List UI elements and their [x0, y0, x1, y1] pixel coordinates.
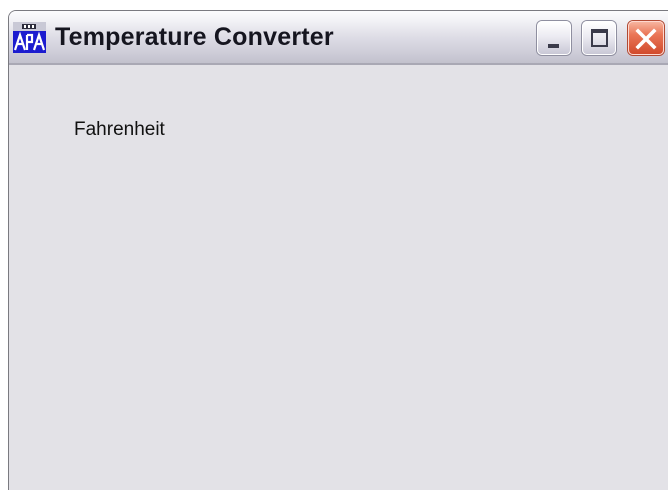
close-button[interactable] [628, 21, 664, 55]
app-window-icon[interactable] [13, 22, 46, 53]
window-title: Temperature Converter [55, 23, 334, 51]
client-area: Fahrenheit [9, 65, 668, 490]
fahrenheit-label: Fahrenheit [74, 119, 165, 140]
maximize-icon [591, 29, 608, 47]
maximize-button[interactable] [582, 21, 616, 55]
minimize-button[interactable] [537, 21, 571, 55]
close-icon [632, 25, 660, 58]
title-bar[interactable]: Temperature Converter [9, 11, 668, 65]
app-window: Temperature Converter Fahrenheit [8, 10, 668, 490]
minimize-icon [548, 44, 559, 48]
